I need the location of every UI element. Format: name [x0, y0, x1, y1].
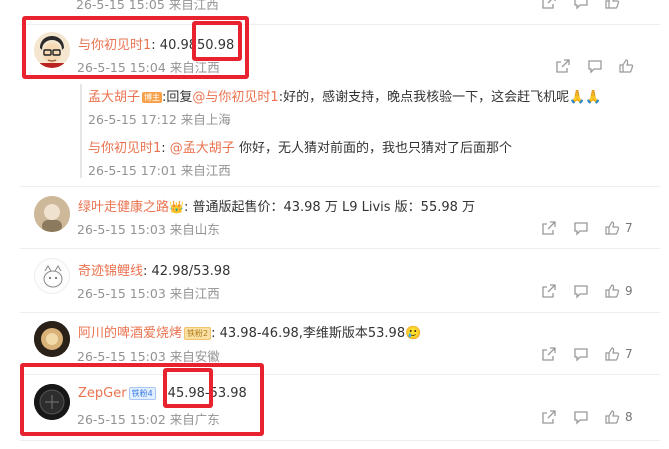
highlight-box	[163, 368, 213, 408]
username[interactable]: 奇迹锦鲤线	[78, 264, 143, 279]
comment-body: : 43.98-46.98,李维斯版本53.98🥲	[211, 326, 422, 341]
fan-badge: 铁粉2	[184, 327, 212, 340]
comment-body: : 42.98/53.98	[143, 264, 231, 279]
like-count: 9	[625, 284, 633, 298]
reply-username[interactable]: 与你初见时1	[88, 141, 161, 156]
share-icon[interactable]	[541, 220, 557, 236]
reply-prefix: :回复	[162, 90, 193, 105]
divider	[20, 440, 660, 441]
comment-body: : 普通版起售价：43.98 万 L9 Livis 版：55.98 万	[183, 200, 476, 215]
timestamp: 26-5-15 15:03 来自江西	[77, 286, 220, 301]
timestamp: 26-5-15 17:12 来自上海	[88, 112, 231, 127]
like-count: 7	[625, 221, 633, 235]
like-icon[interactable]	[618, 58, 634, 74]
blogger-badge: 博主	[142, 92, 163, 103]
reply-prefix: :	[161, 141, 170, 156]
username[interactable]: 绿叶走健康之路	[78, 200, 169, 215]
reply-text: 孟大胡子 博主:回复@与你初见时1:好的，感谢支持，晚点我核验一下，这会赶飞机呢🙏…	[88, 86, 601, 105]
like-icon[interactable]	[604, 409, 620, 425]
avatar[interactable]	[34, 258, 70, 294]
highlight-box	[192, 21, 242, 61]
crown-icon: 👑	[169, 200, 184, 214]
reply-text: 与你初见时1: @孟大胡子 你好，无人猜对前面的，我也只猜对了后面那个	[88, 137, 512, 156]
timestamp: 26-5-15 15:03 来自山东	[77, 222, 220, 237]
reply-username[interactable]: 孟大胡子	[88, 90, 140, 105]
comment-icon[interactable]	[573, 409, 589, 425]
divider	[20, 248, 660, 249]
comment-icon[interactable]	[573, 283, 589, 299]
mention-link[interactable]: @孟大胡子	[170, 141, 235, 156]
like-icon[interactable]	[604, 220, 620, 236]
share-icon[interactable]	[541, 283, 557, 299]
reply-body: 你好，无人猜对前面的，我也只猜对了后面那个	[234, 141, 512, 156]
divider	[20, 186, 660, 187]
comment-text: 奇迹锦鲤线: 42.98/53.98	[78, 260, 230, 279]
timestamp: 26-5-15 15:05 来自江西	[76, 0, 219, 12]
like-icon[interactable]	[604, 283, 620, 299]
share-icon[interactable]	[541, 0, 557, 10]
timestamp: 26-5-15 17:01 来自江西	[88, 163, 231, 178]
reply-body: :好的，感谢支持，晚点我核验一下，这会赶飞机呢🙏🙏	[278, 90, 602, 105]
like-count: 7	[625, 347, 633, 361]
comment-icon[interactable]	[573, 220, 589, 236]
divider	[20, 312, 660, 313]
comment-icon[interactable]	[573, 0, 589, 10]
share-icon[interactable]	[541, 346, 557, 362]
comment-icon[interactable]	[587, 58, 603, 74]
comment-text: 绿叶走健康之路👑: 普通版起售价：43.98 万 L9 Livis 版：55.9…	[78, 196, 475, 215]
reply-thread-bar	[80, 84, 82, 178]
comment-feed: 26-5-15 15:05 来自江西 与你初见时1: 40.9850.98 26…	[0, 0, 669, 449]
comment-text: 阿川的啤酒爱烧烤 铁粉2: 43.98-46.98,李维斯版本53.98🥲	[78, 322, 421, 341]
like-icon[interactable]	[604, 346, 620, 362]
mention-link[interactable]: @与你初见时1	[192, 90, 278, 105]
like-icon[interactable]	[604, 0, 620, 10]
avatar[interactable]	[34, 321, 70, 357]
avatar[interactable]	[34, 196, 70, 232]
highlight-box	[20, 363, 264, 436]
username[interactable]: 阿川的啤酒爱烧烤	[78, 326, 182, 341]
comment-icon[interactable]	[573, 346, 589, 362]
share-icon[interactable]	[555, 58, 571, 74]
like-count: 8	[625, 410, 633, 424]
share-icon[interactable]	[541, 409, 557, 425]
